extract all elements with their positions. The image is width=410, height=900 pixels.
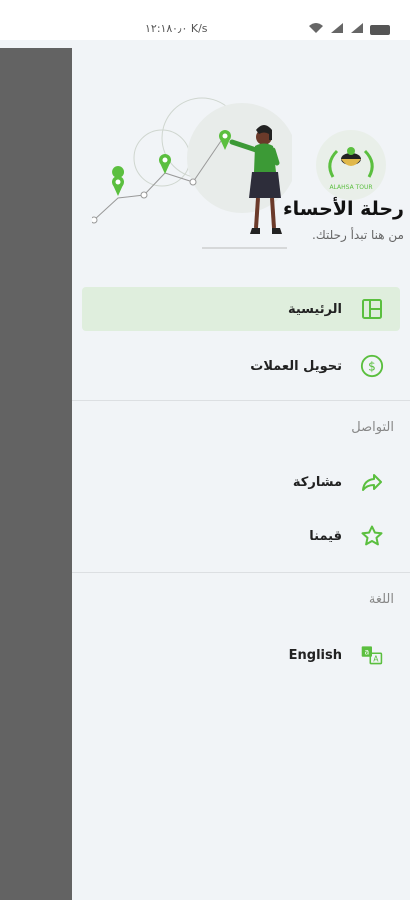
- section-label-contact: التواصل: [351, 420, 394, 435]
- status-time: ١٢:١٨: [145, 22, 173, 35]
- svg-text:$: $: [368, 360, 376, 374]
- menu-item-label: الرئيسية: [287, 301, 342, 317]
- signal-icon-2: [350, 22, 364, 37]
- app-logo: ALAHSA TOUR: [316, 130, 386, 200]
- status-icons: [308, 22, 390, 37]
- section-label-language: اللغة: [368, 592, 394, 607]
- menu-item-share[interactable]: مشاركة: [293, 470, 384, 494]
- app-subtitle: من هنا تبدأ رحلتك.: [312, 228, 404, 242]
- translate-icon: aA: [360, 643, 384, 667]
- divider: [72, 572, 410, 573]
- battery-icon: [370, 24, 390, 35]
- drawer-header: ALAHSA TOUR رحلة الأحساء من هنا تبدأ رحل…: [72, 40, 410, 260]
- signal-icon: [330, 22, 344, 37]
- dashboard-icon: [360, 297, 384, 321]
- status-network-speed: ٠٫٠ K/s: [172, 22, 208, 35]
- svg-text:a: a: [364, 648, 369, 657]
- navigation-drawer: ALAHSA TOUR رحلة الأحساء من هنا تبدأ رحل…: [72, 40, 410, 900]
- travel-illustration: [92, 97, 292, 249]
- menu-item-label: English: [288, 647, 342, 663]
- currency-icon: $: [360, 354, 384, 378]
- star-icon: [360, 524, 384, 548]
- menu-item-rate[interactable]: قيمنا: [309, 524, 384, 548]
- wifi-icon: [308, 22, 324, 37]
- main-menu: الرئيسية $ تحويل العملات: [82, 287, 400, 401]
- svg-text:A: A: [373, 654, 379, 663]
- menu-item-label: قيمنا: [309, 528, 342, 544]
- menu-item-currency[interactable]: $ تحويل العملات: [82, 344, 400, 388]
- menu-item-label: مشاركة: [292, 474, 342, 490]
- drawer-scrim[interactable]: [0, 48, 72, 900]
- share-icon: [360, 470, 384, 494]
- divider: [72, 400, 410, 401]
- status-bar: ١٢:١٨ ٠٫٠ K/s: [0, 0, 410, 40]
- menu-item-language[interactable]: aA English: [289, 643, 384, 667]
- menu-item-label: تحويل العملات: [250, 358, 342, 374]
- app-title: رحلة الأحساء: [282, 198, 404, 220]
- menu-item-home[interactable]: الرئيسية: [82, 287, 400, 331]
- logo-text: ALAHSA TOUR: [329, 184, 372, 191]
